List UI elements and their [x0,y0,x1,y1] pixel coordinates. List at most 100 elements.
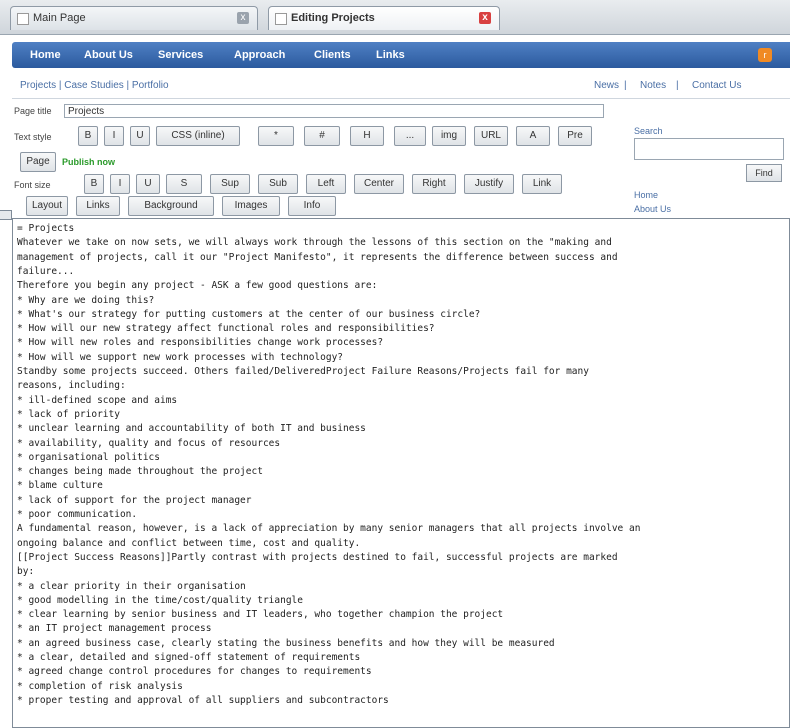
nav-clients[interactable]: Clients [314,42,351,68]
sidebar-link-about-us[interactable]: About Us [634,204,671,214]
search-input[interactable] [634,138,784,160]
format-label: Text style [14,132,52,142]
editor-text-line: [[Project Success Reasons]]Partly contra… [17,551,618,563]
nav-links[interactable]: Links [376,42,405,68]
bullet-list-button[interactable]: * [258,126,294,146]
editor-text-line: Standby some projects succeed. Others fa… [17,366,589,377]
bold-button[interactable]: B [84,174,104,194]
editor-text-line: * completion of risk analysis [17,680,183,692]
editor-text-line: failure... [17,265,75,277]
editor-text-line: reasons, including: [17,380,126,392]
browser-tab-strip: Main Page x Editing Projects x [0,0,790,35]
publish-label[interactable]: Publish now [62,157,115,167]
tab-background[interactable]: Background [128,196,214,216]
align-left-button[interactable]: Left [306,174,346,194]
browser-tab-main-page[interactable]: Main Page x [10,6,258,30]
nav-services[interactable]: Services [158,42,203,68]
page-text-editor[interactable]: = Projects Whatever we take on now sets, … [12,218,790,728]
rss-icon[interactable]: r [758,48,772,62]
search-label: Search [634,126,663,136]
editor-text-line: A fundamental reason, however, is a lack… [17,523,641,535]
heading-button[interactable]: H [350,126,384,146]
editor-text-line: * changes being made throughout the proj… [17,466,263,478]
editor-text-line: * How will we support new work processes… [17,351,344,363]
italic-button[interactable]: I [110,174,130,194]
editor-text-line: * agreed change control procedures for c… [17,666,372,678]
underline-button[interactable]: U [130,126,150,146]
browser-tab-editing-projects[interactable]: Editing Projects x [268,6,500,30]
superscript-button[interactable]: Sup [210,174,250,194]
breadcrumb-links[interactable]: Projects | Case Studies | Portfolio [20,80,169,91]
page-button[interactable]: Page [20,152,56,172]
top-link-separator: | [676,80,679,91]
justify-button[interactable]: Justify [464,174,514,194]
editor-text-line: * What's our strategy for putting custom… [17,308,481,320]
editor-text-line: * an IT project management process [17,623,212,635]
tab-label: Editing Projects [291,12,375,24]
editor-text-line: * Why are we doing this? [17,294,155,306]
editor-text-line: = Projects [17,223,75,234]
page-title-label: Page title [14,106,52,116]
editor-text-line: * clear learning by senior business and … [17,609,504,621]
editor-text-line: * a clear, detailed and signed-off state… [17,652,361,663]
editor-text-line: * How will our new strategy affect funct… [17,323,435,335]
italic-button[interactable]: I [104,126,124,146]
top-link-contact-us[interactable]: Contact Us [692,80,741,91]
url-button[interactable]: URL [474,126,508,146]
divider [12,98,790,99]
tab-label: Main Page [33,12,86,24]
top-link-notes[interactable]: Notes [640,80,666,91]
editor-text-line: * lack of priority [17,408,120,420]
editor-text-line: * poor communication. [17,509,138,520]
breadcrumb: Projects | Case Studies | Portfolio News… [20,80,790,96]
editor-text-line: * organisational politics [17,451,160,463]
sidebar-link-home[interactable]: Home [634,190,658,200]
editor-text-line: * availability, quality and focus of res… [17,437,281,449]
page-icon [275,13,287,25]
subscript-button[interactable]: Sub [258,174,298,194]
editor-text-line: management of projects, call it our "Pro… [17,251,618,263]
close-icon[interactable]: x [237,12,249,24]
nav-home[interactable]: Home [30,42,61,68]
editor-text-line: Therefore you begin any project - ASK a … [17,280,378,292]
more-button[interactable]: ... [394,126,426,146]
editor-text-line: * lack of support for the project manage… [17,494,252,506]
preformatted-button[interactable]: Pre [558,126,592,146]
site-nav-bar: Home About Us Services Approach Clients … [12,42,790,68]
editor-text-line: * blame culture [17,480,103,492]
tab-layout[interactable]: Layout [26,196,68,216]
editor-text-line: * an agreed business case, clearly stati… [17,637,555,649]
align-right-button[interactable]: Right [412,174,456,194]
editor-text-line: by: [17,566,35,578]
nav-about-us[interactable]: About Us [84,42,133,68]
tab-images[interactable]: Images [222,196,280,216]
editor-text-line: * proper testing and approval of all sup… [17,694,389,706]
top-link-separator: | [624,80,627,91]
close-icon[interactable]: x [479,12,491,24]
align-center-button[interactable]: Center [354,174,404,194]
anchor-button[interactable]: A [516,126,550,146]
numbered-list-button[interactable]: # [304,126,340,146]
top-link-news[interactable]: News [594,80,619,91]
editor-text-line: * How will new roles and responsibilitie… [17,337,384,349]
strikethrough-button[interactable]: S [166,174,202,194]
page-icon [17,13,29,25]
image-button[interactable]: img [432,126,466,146]
editor-text-line: ongoing balance and conflict between tim… [17,537,361,549]
underline-button[interactable]: U [136,174,160,194]
edge-marker [0,210,12,220]
bold-button[interactable]: B [78,126,98,146]
page-title-input[interactable]: Projects [64,104,604,118]
editor-text-line: * unclear learning and accountability of… [17,423,366,435]
editor-text-line: * a clear priority in their organisation [17,580,246,592]
tab-links[interactable]: Links [76,196,120,216]
css-style-button[interactable]: CSS (inline) [156,126,240,146]
editor-text-line: Whatever we take on now sets, we will al… [17,237,612,249]
search-button[interactable]: Find [746,164,782,182]
editor-text-line: * good modelling in the time/cost/qualit… [17,594,303,606]
tab-info[interactable]: Info [288,196,336,216]
link-button[interactable]: Link [522,174,562,194]
nav-approach[interactable]: Approach [234,42,285,68]
editor-text-line: * ill-defined scope and aims [17,394,178,406]
font-size-label: Font size [14,180,51,190]
